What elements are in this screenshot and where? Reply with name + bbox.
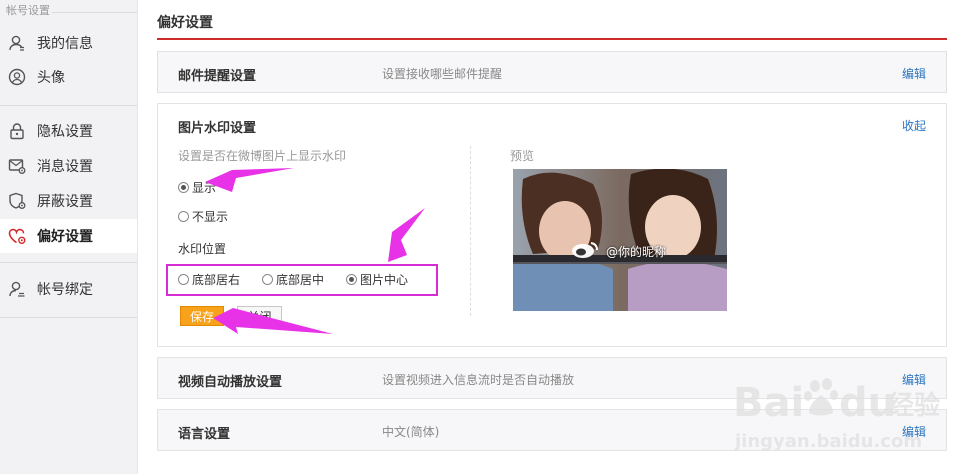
annotation-arrow xyxy=(388,208,425,262)
annotation-arrow xyxy=(205,168,294,192)
annotation-arrow xyxy=(213,308,333,334)
svg-text:jingyan.baidu.com: jingyan.baidu.com xyxy=(734,431,922,452)
baidu-watermark-logo: Bai du 经验 jingyan.baidu.com xyxy=(733,372,953,465)
svg-text:Bai: Bai xyxy=(733,380,804,426)
svg-text:经验: 经验 xyxy=(888,390,940,421)
